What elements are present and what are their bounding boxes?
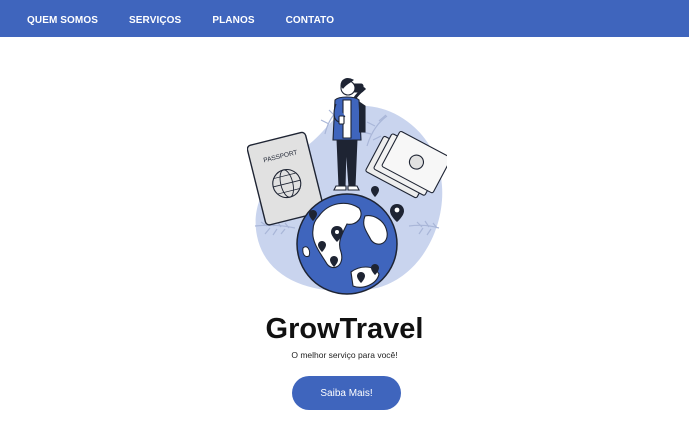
nav-menu: QUEM SOMOS SERVIÇOS PLANOS CONTATO [0,10,365,28]
nav-link-quem-somos[interactable]: QUEM SOMOS [27,15,98,26]
nav-link-planos[interactable]: PLANOS [212,15,254,26]
nav-item-quem-somos: QUEM SOMOS [27,10,98,28]
nav-link-servicos[interactable]: SERVIÇOS [129,15,181,26]
nav-item-contato: CONTATO [286,10,334,28]
hero-subtitle: O melhor serviço para você! [291,350,398,360]
nav-link-contato[interactable]: CONTATO [286,15,334,26]
traveler-on-globe-icon: PASSPORT [247,78,447,295]
saiba-mais-button[interactable]: Saiba Mais! [292,376,401,410]
nav-item-planos: PLANOS [212,10,254,28]
nav-item-servicos: SERVIÇOS [129,10,181,28]
hero-title: GrowTravel [265,313,424,345]
top-navbar: QUEM SOMOS SERVIÇOS PLANOS CONTATO [0,0,689,37]
